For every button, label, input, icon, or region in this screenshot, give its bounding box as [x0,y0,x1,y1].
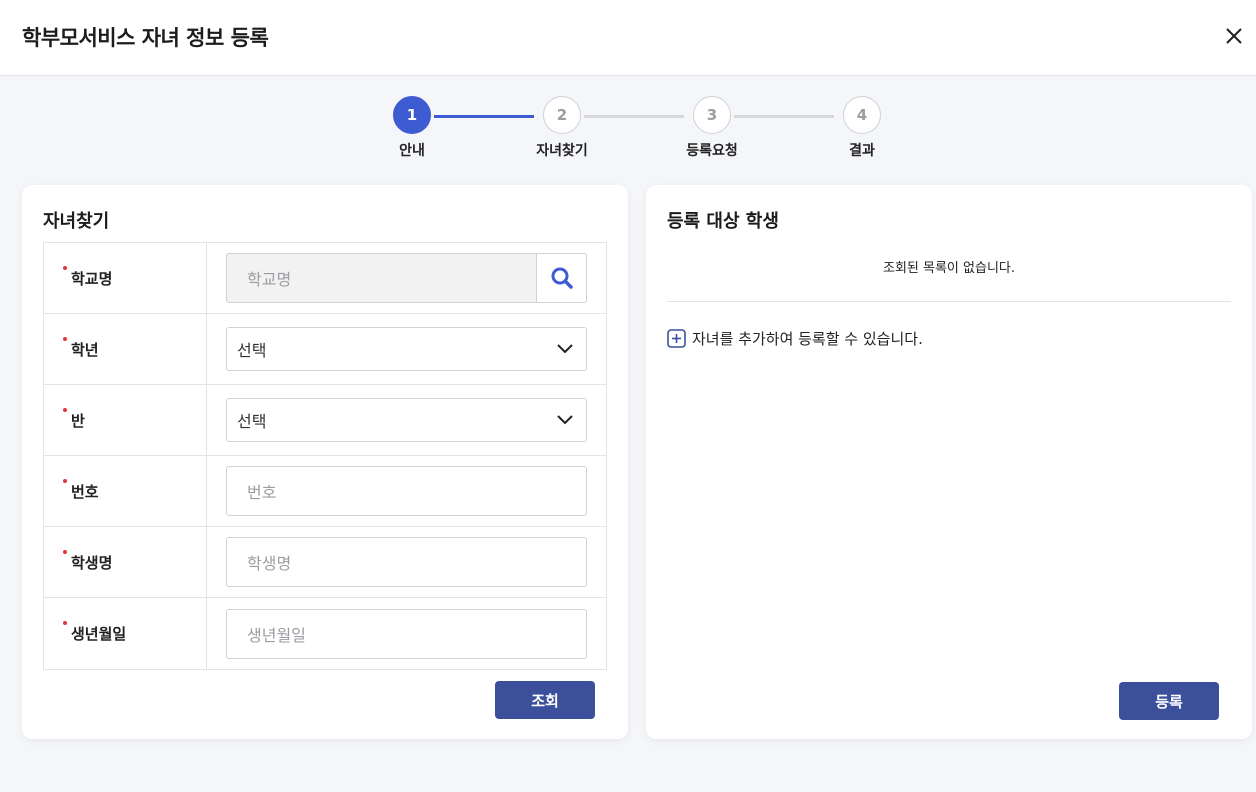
student-name-label-text: 학생명 [71,553,113,572]
close-icon [1226,28,1242,44]
dialog-header: 학부모서비스 자녀 정보 등록 [0,0,1256,76]
number-label-text: 번호 [71,482,99,501]
school-row: 학교명 학교명 [44,243,606,314]
grade-select-value: 선택 [237,341,267,360]
step-4-label: 결과 [849,143,875,159]
registration-target-panel: 등록 대상 학생 조회된 목록이 없습니다. 자녀를 추가하여 등록할 수 있습… [646,185,1252,739]
child-search-title: 자녀찾기 [43,211,110,232]
birthdate-label: 생년월일 [44,598,207,669]
child-search-form: 학교명 학교명 학년 선택 반 선택 번호 번호 학생명 학생명 생년월일 생년… [43,242,607,670]
birthdate-field: 생년월일 [207,598,606,669]
step-1-label: 안내 [399,143,425,159]
add-child-hint: 자녀를 추가하여 등록할 수 있습니다. [667,328,923,349]
required-marker [63,550,67,554]
class-field: 선택 [207,385,606,455]
class-select-value: 선택 [237,412,267,431]
add-box-icon[interactable] [667,329,686,348]
step-3-label: 등록요청 [686,143,738,159]
child-search-panel: 자녀찾기 학교명 학교명 학년 선택 반 선택 번호 번호 학생명 학생명 생년… [22,185,628,739]
registration-target-title: 등록 대상 학생 [667,211,779,232]
step-1: 1 안내 [372,96,452,160]
student-name-label: 학생명 [44,527,207,597]
required-marker [63,479,67,483]
birthdate-label-text: 생년월일 [71,625,127,643]
grade-label-text: 학년 [71,340,99,359]
student-name-input[interactable]: 학생명 [226,537,587,587]
chevron-down-icon [557,344,573,354]
student-name-field: 학생명 [207,527,606,597]
class-label: 반 [44,385,207,455]
grade-row: 학년 선택 [44,314,606,385]
divider [667,301,1231,302]
empty-list-message: 조회된 목록이 없습니다. [883,261,1015,276]
step-4: 4 결과 [822,96,902,160]
close-button[interactable] [1218,20,1250,52]
required-marker [63,621,67,625]
step-4-number: 4 [843,96,881,134]
birthdate-input[interactable]: 생년월일 [226,608,587,659]
lookup-button[interactable]: 조회 [495,681,595,719]
step-1-number: 1 [393,96,431,134]
number-row: 번호 번호 [44,456,606,527]
number-input[interactable]: 번호 [226,466,587,516]
search-icon [551,267,573,289]
school-label: 학교명 [44,243,207,313]
required-marker [63,408,67,412]
add-child-hint-text: 자녀를 추가하여 등록할 수 있습니다. [692,330,923,348]
dialog-title: 학부모서비스 자녀 정보 등록 [22,26,269,50]
number-label: 번호 [44,456,207,526]
chevron-down-icon [557,415,573,425]
class-label-text: 반 [71,411,85,430]
class-select[interactable]: 선택 [226,398,587,442]
grade-label: 학년 [44,314,207,384]
class-row: 반 선택 [44,385,606,456]
school-search-button[interactable] [537,253,587,303]
step-2: 2 자녀찾기 [522,96,602,160]
register-button[interactable]: 등록 [1119,682,1219,720]
school-input[interactable]: 학교명 [226,253,537,303]
grade-select[interactable]: 선택 [226,327,587,371]
number-field: 번호 [207,456,606,526]
student-name-row: 학생명 학생명 [44,527,606,598]
grade-field: 선택 [207,314,606,384]
step-3-number: 3 [693,96,731,134]
step-3: 3 등록요청 [672,96,752,160]
school-label-text: 학교명 [71,269,113,288]
required-marker [63,266,67,270]
required-marker [63,337,67,341]
step-2-label: 자녀찾기 [536,143,588,159]
step-2-number: 2 [543,96,581,134]
school-field: 학교명 [207,243,606,313]
birthdate-row: 생년월일 생년월일 [44,598,606,669]
progress-stepper: 1 안내 2 자녀찾기 3 등록요청 4 결과 [380,96,900,166]
